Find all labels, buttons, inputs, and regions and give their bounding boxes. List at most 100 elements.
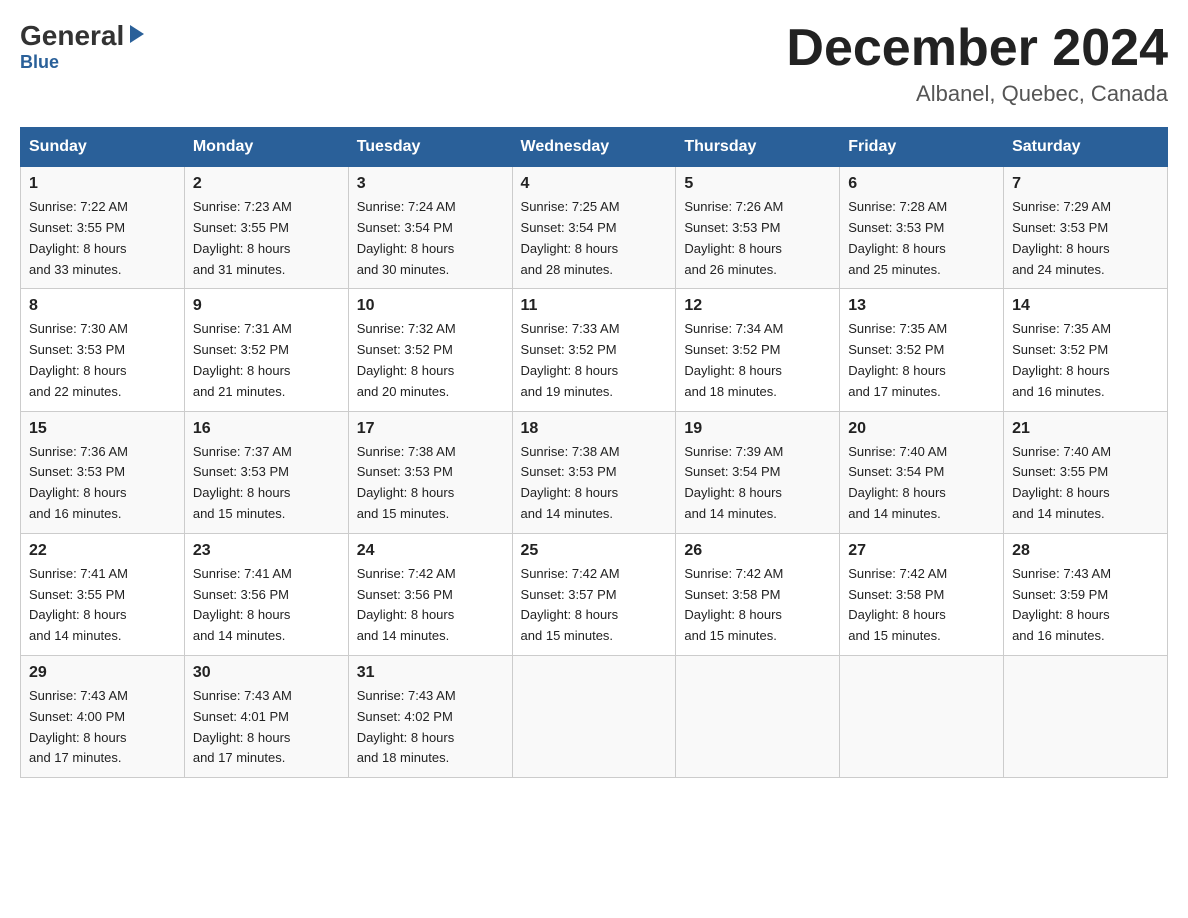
day-info: Sunrise: 7:29 AM Sunset: 3:53 PM Dayligh… [1012, 197, 1159, 280]
week-row-1: 1 Sunrise: 7:22 AM Sunset: 3:55 PM Dayli… [21, 167, 1168, 289]
calendar-cell: 16 Sunrise: 7:37 AM Sunset: 3:53 PM Dayl… [184, 411, 348, 533]
calendar-cell: 22 Sunrise: 7:41 AM Sunset: 3:55 PM Dayl… [21, 533, 185, 655]
day-info: Sunrise: 7:25 AM Sunset: 3:54 PM Dayligh… [521, 197, 668, 280]
day-info: Sunrise: 7:39 AM Sunset: 3:54 PM Dayligh… [684, 442, 831, 525]
calendar-cell: 31 Sunrise: 7:43 AM Sunset: 4:02 PM Dayl… [348, 655, 512, 777]
day-info: Sunrise: 7:32 AM Sunset: 3:52 PM Dayligh… [357, 319, 504, 402]
day-header-tuesday: Tuesday [348, 128, 512, 167]
day-number: 4 [521, 175, 668, 193]
day-info: Sunrise: 7:26 AM Sunset: 3:53 PM Dayligh… [684, 197, 831, 280]
calendar-cell: 15 Sunrise: 7:36 AM Sunset: 3:53 PM Dayl… [21, 411, 185, 533]
calendar-cell [840, 655, 1004, 777]
day-info: Sunrise: 7:42 AM Sunset: 3:58 PM Dayligh… [848, 564, 995, 647]
calendar-cell [512, 655, 676, 777]
calendar-cell: 11 Sunrise: 7:33 AM Sunset: 3:52 PM Dayl… [512, 289, 676, 411]
calendar-cell [1004, 655, 1168, 777]
calendar-cell: 9 Sunrise: 7:31 AM Sunset: 3:52 PM Dayli… [184, 289, 348, 411]
day-info: Sunrise: 7:43 AM Sunset: 4:01 PM Dayligh… [193, 686, 340, 769]
calendar-cell: 28 Sunrise: 7:43 AM Sunset: 3:59 PM Dayl… [1004, 533, 1168, 655]
calendar-cell: 13 Sunrise: 7:35 AM Sunset: 3:52 PM Dayl… [840, 289, 1004, 411]
day-number: 5 [684, 175, 831, 193]
day-header-thursday: Thursday [676, 128, 840, 167]
day-info: Sunrise: 7:41 AM Sunset: 3:55 PM Dayligh… [29, 564, 176, 647]
calendar-cell: 23 Sunrise: 7:41 AM Sunset: 3:56 PM Dayl… [184, 533, 348, 655]
day-number: 11 [521, 297, 668, 315]
day-number: 13 [848, 297, 995, 315]
calendar-cell: 24 Sunrise: 7:42 AM Sunset: 3:56 PM Dayl… [348, 533, 512, 655]
calendar-cell: 30 Sunrise: 7:43 AM Sunset: 4:01 PM Dayl… [184, 655, 348, 777]
calendar-cell: 1 Sunrise: 7:22 AM Sunset: 3:55 PM Dayli… [21, 167, 185, 289]
day-info: Sunrise: 7:24 AM Sunset: 3:54 PM Dayligh… [357, 197, 504, 280]
day-info: Sunrise: 7:42 AM Sunset: 3:58 PM Dayligh… [684, 564, 831, 647]
day-info: Sunrise: 7:42 AM Sunset: 3:56 PM Dayligh… [357, 564, 504, 647]
day-info: Sunrise: 7:40 AM Sunset: 3:55 PM Dayligh… [1012, 442, 1159, 525]
day-number: 7 [1012, 175, 1159, 193]
day-number: 22 [29, 542, 176, 560]
day-number: 26 [684, 542, 831, 560]
calendar-cell: 6 Sunrise: 7:28 AM Sunset: 3:53 PM Dayli… [840, 167, 1004, 289]
calendar-cell: 4 Sunrise: 7:25 AM Sunset: 3:54 PM Dayli… [512, 167, 676, 289]
day-number: 10 [357, 297, 504, 315]
calendar-cell: 27 Sunrise: 7:42 AM Sunset: 3:58 PM Dayl… [840, 533, 1004, 655]
calendar-cell: 20 Sunrise: 7:40 AM Sunset: 3:54 PM Dayl… [840, 411, 1004, 533]
calendar-cell: 3 Sunrise: 7:24 AM Sunset: 3:54 PM Dayli… [348, 167, 512, 289]
week-row-5: 29 Sunrise: 7:43 AM Sunset: 4:00 PM Dayl… [21, 655, 1168, 777]
day-info: Sunrise: 7:38 AM Sunset: 3:53 PM Dayligh… [521, 442, 668, 525]
day-info: Sunrise: 7:36 AM Sunset: 3:53 PM Dayligh… [29, 442, 176, 525]
calendar-cell: 10 Sunrise: 7:32 AM Sunset: 3:52 PM Dayl… [348, 289, 512, 411]
header-row: SundayMondayTuesdayWednesdayThursdayFrid… [21, 128, 1168, 167]
location-title: Albanel, Quebec, Canada [786, 81, 1168, 107]
logo-general: General [20, 20, 124, 52]
day-info: Sunrise: 7:42 AM Sunset: 3:57 PM Dayligh… [521, 564, 668, 647]
day-number: 21 [1012, 420, 1159, 438]
calendar-cell: 29 Sunrise: 7:43 AM Sunset: 4:00 PM Dayl… [21, 655, 185, 777]
day-info: Sunrise: 7:22 AM Sunset: 3:55 PM Dayligh… [29, 197, 176, 280]
day-info: Sunrise: 7:31 AM Sunset: 3:52 PM Dayligh… [193, 319, 340, 402]
day-number: 30 [193, 664, 340, 682]
day-number: 31 [357, 664, 504, 682]
month-title: December 2024 [786, 20, 1168, 77]
day-info: Sunrise: 7:40 AM Sunset: 3:54 PM Dayligh… [848, 442, 995, 525]
calendar-cell: 12 Sunrise: 7:34 AM Sunset: 3:52 PM Dayl… [676, 289, 840, 411]
day-number: 23 [193, 542, 340, 560]
day-header-wednesday: Wednesday [512, 128, 676, 167]
title-block: December 2024 Albanel, Quebec, Canada [786, 20, 1168, 107]
calendar-cell: 19 Sunrise: 7:39 AM Sunset: 3:54 PM Dayl… [676, 411, 840, 533]
day-info: Sunrise: 7:43 AM Sunset: 4:02 PM Dayligh… [357, 686, 504, 769]
calendar-cell: 5 Sunrise: 7:26 AM Sunset: 3:53 PM Dayli… [676, 167, 840, 289]
calendar-cell: 21 Sunrise: 7:40 AM Sunset: 3:55 PM Dayl… [1004, 411, 1168, 533]
day-number: 24 [357, 542, 504, 560]
day-header-friday: Friday [840, 128, 1004, 167]
calendar-cell: 2 Sunrise: 7:23 AM Sunset: 3:55 PM Dayli… [184, 167, 348, 289]
week-row-2: 8 Sunrise: 7:30 AM Sunset: 3:53 PM Dayli… [21, 289, 1168, 411]
logo: General Blue [20, 20, 150, 73]
calendar-cell: 18 Sunrise: 7:38 AM Sunset: 3:53 PM Dayl… [512, 411, 676, 533]
logo-arrow-icon [126, 23, 148, 45]
day-number: 29 [29, 664, 176, 682]
week-row-3: 15 Sunrise: 7:36 AM Sunset: 3:53 PM Dayl… [21, 411, 1168, 533]
day-number: 15 [29, 420, 176, 438]
day-info: Sunrise: 7:43 AM Sunset: 4:00 PM Dayligh… [29, 686, 176, 769]
day-info: Sunrise: 7:28 AM Sunset: 3:53 PM Dayligh… [848, 197, 995, 280]
calendar-cell: 8 Sunrise: 7:30 AM Sunset: 3:53 PM Dayli… [21, 289, 185, 411]
calendar-cell: 25 Sunrise: 7:42 AM Sunset: 3:57 PM Dayl… [512, 533, 676, 655]
day-info: Sunrise: 7:43 AM Sunset: 3:59 PM Dayligh… [1012, 564, 1159, 647]
day-number: 28 [1012, 542, 1159, 560]
day-number: 18 [521, 420, 668, 438]
day-number: 1 [29, 175, 176, 193]
day-number: 16 [193, 420, 340, 438]
calendar-header: SundayMondayTuesdayWednesdayThursdayFrid… [21, 128, 1168, 167]
day-number: 20 [848, 420, 995, 438]
day-number: 25 [521, 542, 668, 560]
calendar-body: 1 Sunrise: 7:22 AM Sunset: 3:55 PM Dayli… [21, 167, 1168, 778]
calendar-cell [676, 655, 840, 777]
day-info: Sunrise: 7:41 AM Sunset: 3:56 PM Dayligh… [193, 564, 340, 647]
day-header-monday: Monday [184, 128, 348, 167]
day-number: 6 [848, 175, 995, 193]
day-number: 17 [357, 420, 504, 438]
day-number: 2 [193, 175, 340, 193]
day-info: Sunrise: 7:37 AM Sunset: 3:53 PM Dayligh… [193, 442, 340, 525]
day-info: Sunrise: 7:30 AM Sunset: 3:53 PM Dayligh… [29, 319, 176, 402]
day-number: 8 [29, 297, 176, 315]
calendar-cell: 14 Sunrise: 7:35 AM Sunset: 3:52 PM Dayl… [1004, 289, 1168, 411]
